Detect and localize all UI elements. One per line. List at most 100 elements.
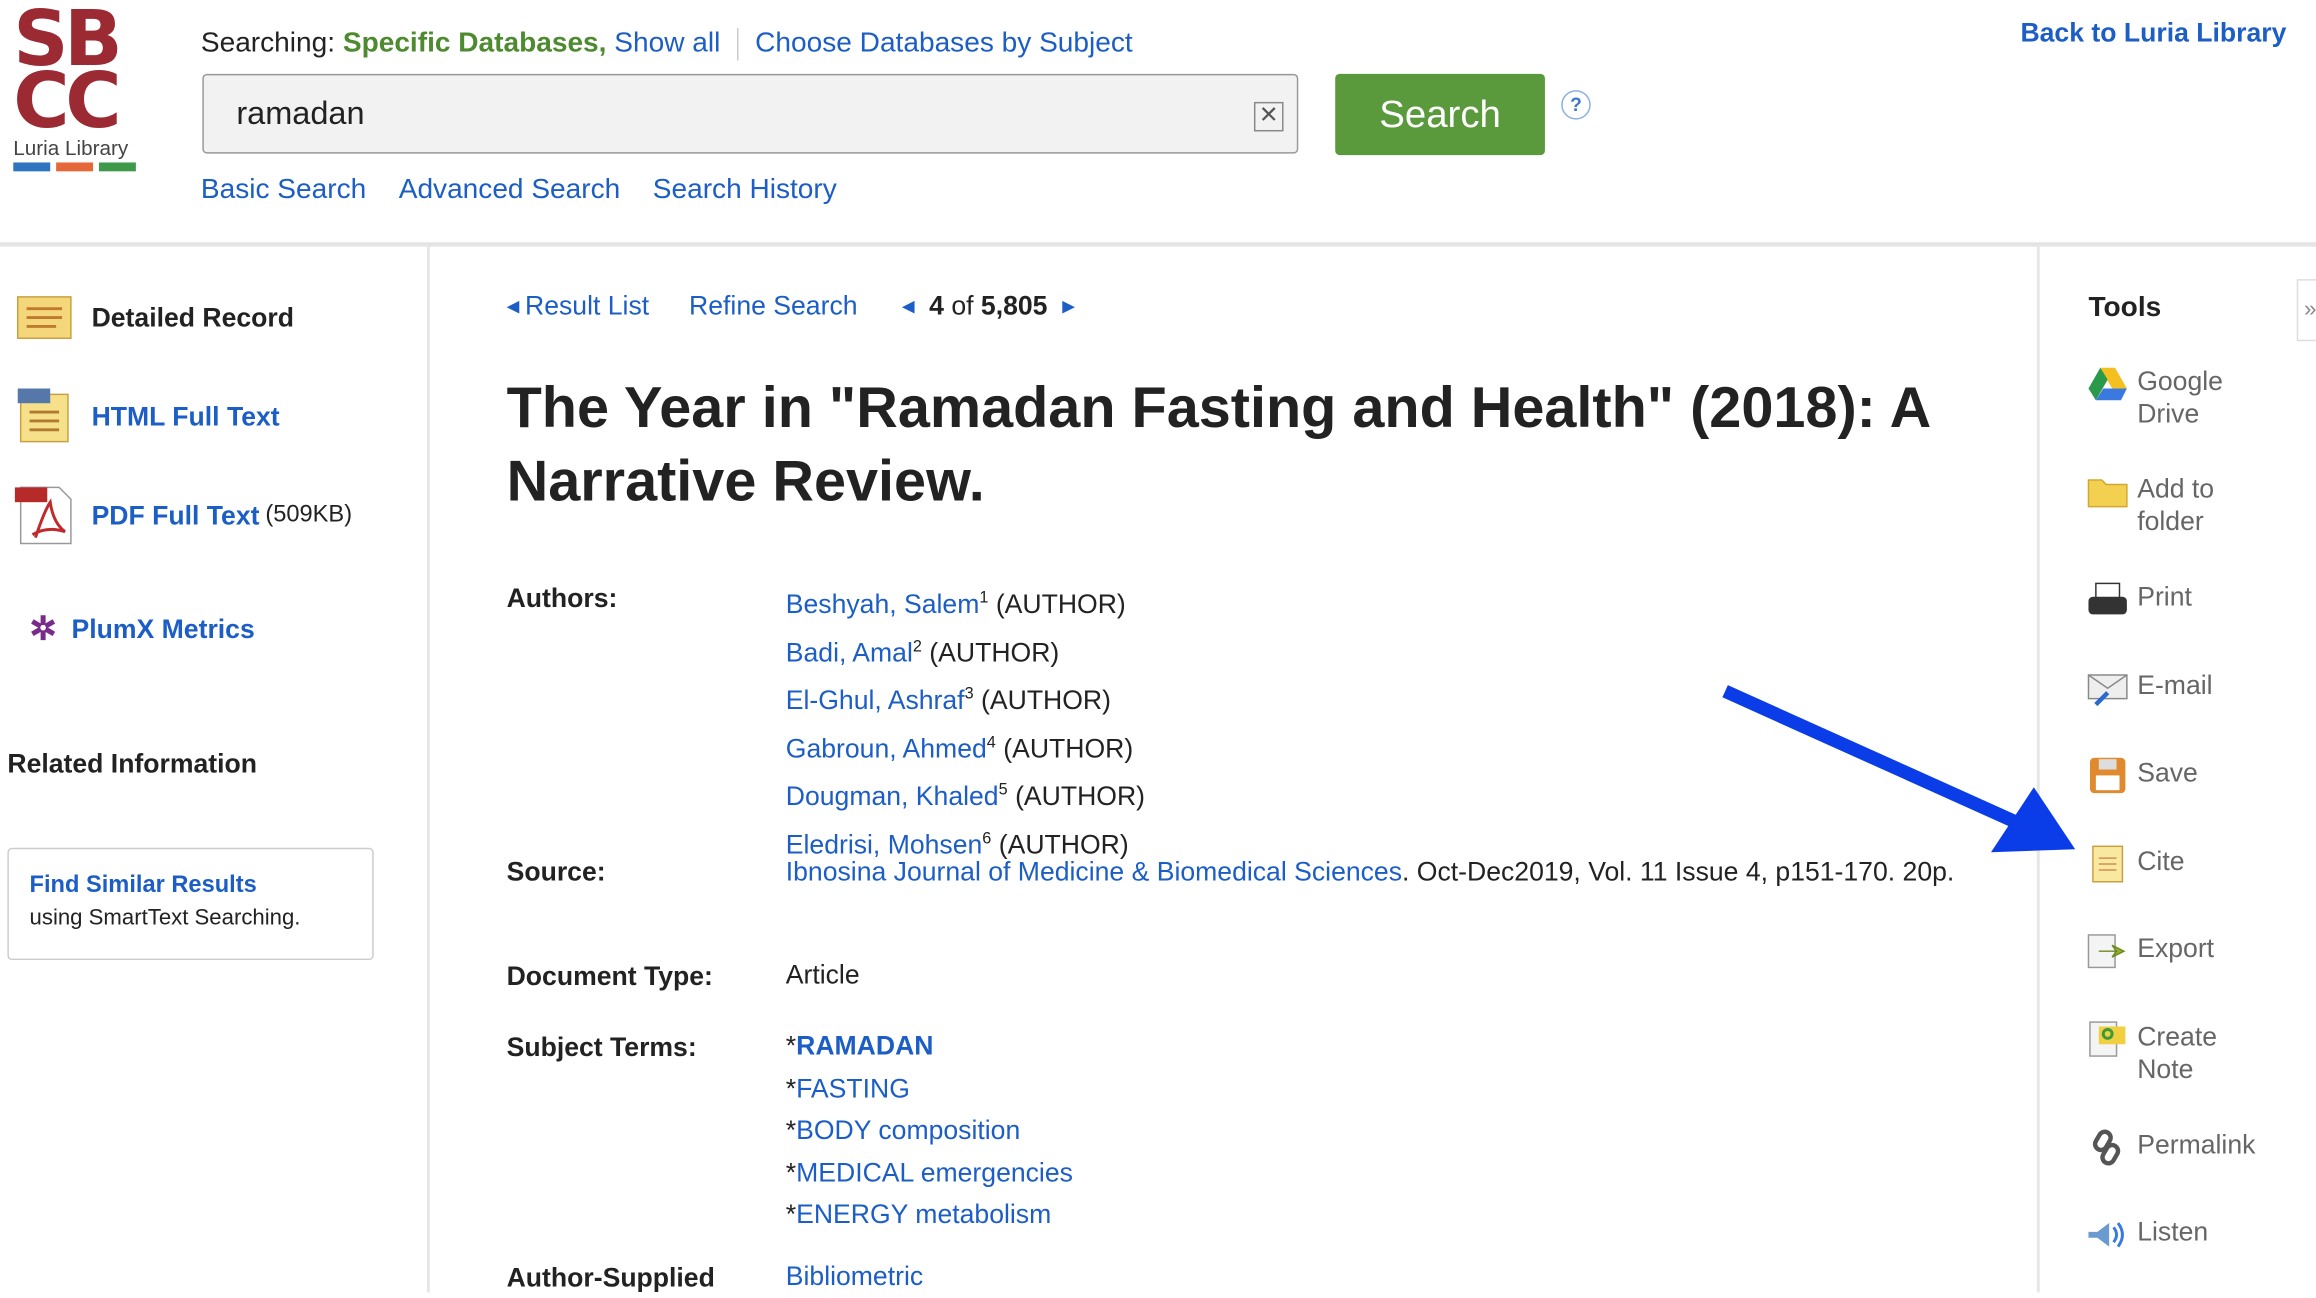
refine-search-link[interactable]: Refine Search [689, 291, 857, 322]
affiliation-number: 6 [982, 829, 992, 848]
source-label: Source: [506, 856, 606, 887]
pdf-full-text-item[interactable]: PDF Full Text (509KB) [14, 484, 353, 546]
choose-databases-link[interactable]: Choose Databases by Subject [755, 28, 1133, 59]
tool-export[interactable]: Export [2087, 932, 2214, 970]
pdf-full-text-link[interactable]: PDF Full Text [92, 500, 260, 531]
sbcc-logo[interactable]: SB CC Luria Library [13, 1, 146, 172]
author-row: El-Ghul, Ashraf3 (AUTHOR) [786, 674, 1145, 722]
html-full-text-link[interactable]: HTML Full Text [92, 401, 280, 432]
tools-sidebar: Tools » Google Drive Add to folder Print… [2036, 246, 2316, 1293]
link-icon [2092, 1129, 2121, 1166]
tool-cite[interactable]: Cite [2087, 845, 2185, 883]
document-type-value: Article [785, 960, 860, 990]
printer-icon [2088, 582, 2127, 615]
record-total: 5,805 [980, 290, 1048, 321]
author-row: Beshyah, Salem1 (AUTHOR) [786, 578, 1145, 626]
tool-listen[interactable]: Listen [2087, 1216, 2208, 1254]
tool-label: Permalink [2137, 1129, 2256, 1160]
subject-link[interactable]: BODY composition [796, 1115, 1020, 1145]
tool-create-note[interactable]: Create Note [2087, 1021, 2241, 1086]
related-information-heading: Related Information [7, 748, 258, 779]
detailed-record-icon [16, 296, 72, 339]
author-supplied-label: Author-Supplied [506, 1262, 715, 1293]
affiliation-number: 5 [998, 781, 1008, 800]
subject-link[interactable]: MEDICAL emergencies [796, 1157, 1073, 1187]
cite-icon [2092, 845, 2124, 883]
subject-link[interactable]: FASTING [796, 1073, 910, 1103]
record-title: The Year in "Ramadan Fasting and Health"… [506, 376, 1930, 514]
author-link[interactable]: Dougman, Khaled [786, 781, 999, 811]
tool-save[interactable]: Save [2087, 756, 2198, 794]
google-drive-icon [2088, 367, 2127, 401]
author-link[interactable]: Gabroun, Ahmed [786, 733, 987, 763]
note-icon [2089, 1021, 2126, 1057]
affiliation-number: 2 [912, 637, 922, 656]
document-type-label: Document Type: [506, 961, 713, 992]
plumx-metrics-item[interactable]: ✲ PlumX Metrics [30, 610, 255, 648]
collapse-tools-button[interactable]: » [2296, 279, 2316, 342]
logo-caption: Luria Library [13, 135, 129, 160]
speaker-icon [2088, 1222, 2124, 1248]
author-row: Badi, Amal2 (AUTHOR) [786, 626, 1145, 674]
author-row: Gabroun, Ahmed4 (AUTHOR) [786, 722, 1145, 770]
search-box[interactable]: ✕ [202, 73, 1299, 154]
author-row: Dougman, Khaled5 (AUTHOR) [786, 770, 1145, 818]
author-link[interactable]: Beshyah, Salem [786, 589, 980, 619]
authors-list: Beshyah, Salem1 (AUTHOR) Badi, Amal2 (AU… [786, 578, 1145, 866]
search-history-link[interactable]: Search History [653, 174, 837, 206]
authors-label: Authors: [506, 583, 618, 613]
tool-label: Listen [2137, 1217, 2209, 1247]
back-to-library-link[interactable]: Back to Luria Library [2020, 18, 2286, 49]
author-role: (AUTHOR) [981, 685, 1112, 715]
pdf-icon [14, 486, 72, 545]
find-similar-link[interactable]: Find Similar Results [30, 873, 352, 900]
subject-link[interactable]: RAMADAN [796, 1031, 933, 1061]
tool-print[interactable]: Print [2087, 580, 2192, 618]
pdf-size: (509KB) [265, 502, 353, 528]
help-icon[interactable]: ? [1561, 90, 1591, 120]
tool-label: Print [2137, 581, 2192, 612]
tool-label: Google Drive [2137, 366, 2223, 429]
search-mode-links: Basic Search Advanced Search Search Hist… [201, 174, 837, 206]
tool-label: Create Note [2137, 1022, 2218, 1085]
author-role: (AUTHOR) [995, 589, 1126, 619]
advanced-search-link[interactable]: Advanced Search [399, 174, 621, 206]
tool-google-drive[interactable]: Google Drive [2087, 365, 2255, 430]
subject-terms-label: Subject Terms: [506, 1032, 697, 1062]
prev-record-icon[interactable]: ◀ [902, 297, 915, 316]
subject-link[interactable]: ENERGY metabolism [796, 1199, 1051, 1229]
show-all-link[interactable]: Show all [614, 28, 720, 59]
basic-search-link[interactable]: Basic Search [201, 174, 366, 206]
keyword-link[interactable]: Bibliometric [786, 1261, 923, 1291]
logo-stripes [13, 162, 146, 172]
journal-link[interactable]: Ibnosina Journal of Medicine & Biomedica… [786, 857, 1402, 887]
search-input[interactable] [233, 93, 1244, 135]
tools-heading: Tools [2088, 292, 2162, 324]
folder-icon [2087, 479, 2128, 508]
author-supplied-value: Bibliometric [786, 1255, 923, 1297]
detailed-record-item[interactable]: Detailed Record [15, 291, 294, 344]
prev-arrow-icon[interactable]: ◀ [507, 297, 520, 316]
clear-search-icon[interactable]: ✕ [1253, 101, 1284, 132]
find-similar-sub: using SmartText Searching. [29, 905, 301, 931]
plumx-metrics-link[interactable]: PlumX Metrics [72, 614, 255, 645]
next-record-icon[interactable]: ▶ [1062, 297, 1075, 316]
logo-letters-bottom: CC [13, 57, 121, 147]
result-nav: ◀ Result List Refine Search ◀ 4 of 5,805… [507, 291, 1075, 322]
database-scope: Searching: Specific Databases, Show all … [201, 28, 1133, 61]
author-link[interactable]: Badi, Amal [786, 637, 913, 667]
tool-label: E-mail [2137, 670, 2213, 701]
search-button[interactable]: Search [1335, 73, 1545, 156]
affiliation-number: 1 [979, 589, 989, 608]
tool-add-to-folder[interactable]: Add to folder [2087, 473, 2255, 538]
tool-label: Export [2137, 933, 2215, 964]
save-icon [2089, 757, 2126, 794]
find-similar-box: Find Similar Results using SmartText Sea… [7, 847, 374, 961]
tool-permalink[interactable]: Permalink [2087, 1128, 2255, 1166]
tool-email[interactable]: E-mail [2087, 669, 2213, 707]
author-link[interactable]: El-Ghul, Ashraf [786, 685, 965, 715]
specific-databases[interactable]: Specific Databases, [343, 28, 607, 59]
html-full-text-item[interactable]: HTML Full Text [15, 388, 280, 444]
html-icon [17, 388, 69, 443]
result-list-link[interactable]: Result List [525, 291, 649, 322]
